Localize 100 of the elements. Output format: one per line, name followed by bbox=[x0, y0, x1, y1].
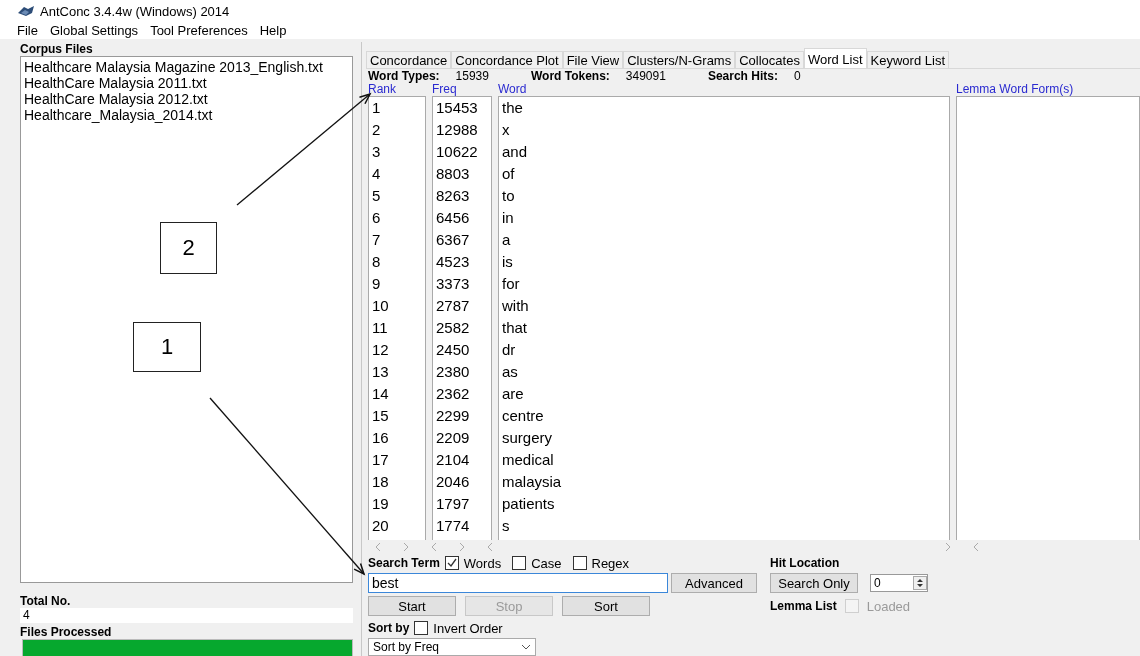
field-label: Sort by bbox=[368, 621, 410, 635]
stat-label: Word Tokens: bbox=[530, 69, 610, 83]
menu-item[interactable]: Global Settings bbox=[49, 23, 139, 38]
search-only-button[interactable]: Search Only bbox=[770, 573, 858, 593]
checkbox-label[interactable]: Words bbox=[463, 555, 502, 571]
table-cell-text: 20 bbox=[371, 516, 390, 536]
action-button[interactable]: Start bbox=[368, 596, 456, 616]
table-cell-text: 18 bbox=[371, 472, 390, 492]
sort-dropdown[interactable]: Sort by Freq bbox=[368, 638, 536, 656]
table-cell-text: the bbox=[501, 98, 524, 118]
action-button[interactable]: Sort bbox=[562, 596, 650, 616]
tab[interactable]: Clusters/N-Grams bbox=[623, 51, 736, 68]
table-cell-text: in bbox=[501, 208, 515, 228]
stat-value: 15939 bbox=[455, 69, 489, 83]
table-cell-text: 10 bbox=[371, 296, 390, 316]
spin-arrows-icon[interactable] bbox=[913, 576, 927, 590]
field-label: Hit Location bbox=[770, 556, 840, 570]
scroll-left-icon[interactable] bbox=[486, 541, 494, 552]
table-cell-text: are bbox=[501, 384, 525, 404]
column-header[interactable]: Word bbox=[498, 83, 950, 96]
scroll-left-icon[interactable] bbox=[374, 541, 382, 552]
menu-item[interactable]: File bbox=[17, 23, 38, 38]
annotation-label: 1 bbox=[133, 322, 201, 372]
table-cell-text: is bbox=[501, 252, 514, 272]
table-cell-text: 17 bbox=[371, 450, 390, 470]
field-label: Files Processed bbox=[20, 625, 113, 639]
menu-item[interactable]: Help bbox=[259, 23, 287, 38]
table-cell-text: 1 bbox=[371, 98, 382, 118]
scroll-left-icon[interactable] bbox=[972, 541, 980, 552]
table-cell-text: 15 bbox=[371, 406, 390, 426]
table-cell-text: 3 bbox=[371, 142, 382, 162]
table-cell-text: 3373 bbox=[435, 274, 471, 294]
table-cell-text: 4523 bbox=[435, 252, 471, 272]
table-cell-text: 16 bbox=[371, 428, 390, 448]
table-cell-text: as bbox=[501, 362, 519, 382]
table-cell-text: and bbox=[501, 142, 529, 162]
table-cell-text: s bbox=[501, 516, 511, 536]
table-cell-text: 2046 bbox=[435, 472, 471, 492]
table-cell-text: 2 bbox=[371, 120, 382, 140]
list-item[interactable]: Healthcare Malaysia Magazine 2013_English.txt bbox=[24, 59, 349, 75]
table-cell-text: a bbox=[501, 230, 512, 250]
checkbox[interactable] bbox=[414, 621, 429, 635]
checkbox-label[interactable]: Regex bbox=[591, 555, 630, 571]
stat-value: 0 bbox=[793, 69, 801, 83]
table-cell-text: 12988 bbox=[435, 120, 479, 140]
annotation-label: 2 bbox=[160, 222, 217, 274]
stat-label: Search Hits: bbox=[707, 69, 778, 83]
scroll-right-icon[interactable] bbox=[944, 541, 952, 552]
search-field[interactable]: best bbox=[368, 573, 668, 593]
table-cell-text: 6367 bbox=[435, 230, 471, 250]
scroll-right-icon[interactable] bbox=[458, 541, 466, 552]
tab[interactable]: Word List bbox=[803, 48, 867, 68]
table-cell-text: 9 bbox=[371, 274, 382, 294]
panel-label: Corpus Files bbox=[20, 42, 94, 56]
advanced-button[interactable]: Advanced bbox=[671, 573, 757, 593]
app-icon bbox=[18, 5, 34, 17]
table-cell-text: dr bbox=[501, 340, 517, 360]
scroll-right-icon[interactable] bbox=[402, 541, 410, 552]
table-cell-text: patients bbox=[501, 494, 556, 514]
table-cell-text: 2450 bbox=[435, 340, 471, 360]
table-cell-text: to bbox=[501, 186, 516, 206]
tab[interactable]: File View bbox=[562, 51, 624, 68]
column-header[interactable]: Freq bbox=[432, 83, 492, 96]
scroll-left-icon[interactable] bbox=[430, 541, 438, 552]
checkbox-label[interactable]: Case bbox=[531, 555, 562, 571]
column-header[interactable]: Rank bbox=[368, 83, 426, 96]
table-cell-text: 2787 bbox=[435, 296, 471, 316]
list-item[interactable]: Healthcare_Malaysia_2014.txt bbox=[24, 107, 349, 123]
checkbox-label[interactable]: Invert Order bbox=[433, 620, 503, 636]
checkbox[interactable] bbox=[444, 556, 459, 570]
table-cell-text: with bbox=[501, 296, 530, 316]
field-label: Search Term bbox=[368, 556, 440, 570]
table-cell-text: 6 bbox=[371, 208, 382, 228]
list-item[interactable]: HealthCare Malaysia 2012.txt bbox=[24, 91, 349, 107]
list-item[interactable]: HealthCare Malaysia 2011.txt bbox=[24, 75, 349, 91]
table-cell-text: for bbox=[501, 274, 521, 294]
field-label: Total No. bbox=[20, 594, 72, 608]
table-cell-text: 2582 bbox=[435, 318, 471, 338]
table-cell-text: 6456 bbox=[435, 208, 471, 228]
table-cell-text: 8 bbox=[371, 252, 382, 272]
table-cell-text: 19 bbox=[371, 494, 390, 514]
table-cell-text: 4 bbox=[371, 164, 382, 184]
table-cell-text: 12 bbox=[371, 340, 390, 360]
menu-item[interactable]: Tool Preferences bbox=[150, 23, 248, 38]
total-field: 4 bbox=[20, 608, 353, 623]
field-label: Lemma List bbox=[770, 599, 837, 613]
column-header[interactable]: Lemma Word Form(s) bbox=[956, 83, 1140, 96]
tab[interactable]: Concordance Plot bbox=[451, 51, 563, 68]
table-cell-text: malaysia bbox=[501, 472, 563, 492]
tab[interactable]: Concordance bbox=[366, 51, 452, 68]
checkbox[interactable] bbox=[512, 556, 527, 570]
table-cell-text: 1797 bbox=[435, 494, 471, 514]
tab[interactable]: Collocates bbox=[735, 51, 804, 68]
number-spinner[interactable]: 0 bbox=[870, 574, 928, 592]
table-cell-text: 5 bbox=[371, 186, 382, 206]
chevron-down-icon bbox=[521, 644, 531, 650]
table-cell-text: 11 bbox=[371, 318, 389, 338]
dropdown-value: Sort by Freq bbox=[373, 640, 440, 654]
checkbox[interactable] bbox=[572, 556, 587, 570]
tab[interactable]: Keyword List bbox=[866, 51, 949, 68]
